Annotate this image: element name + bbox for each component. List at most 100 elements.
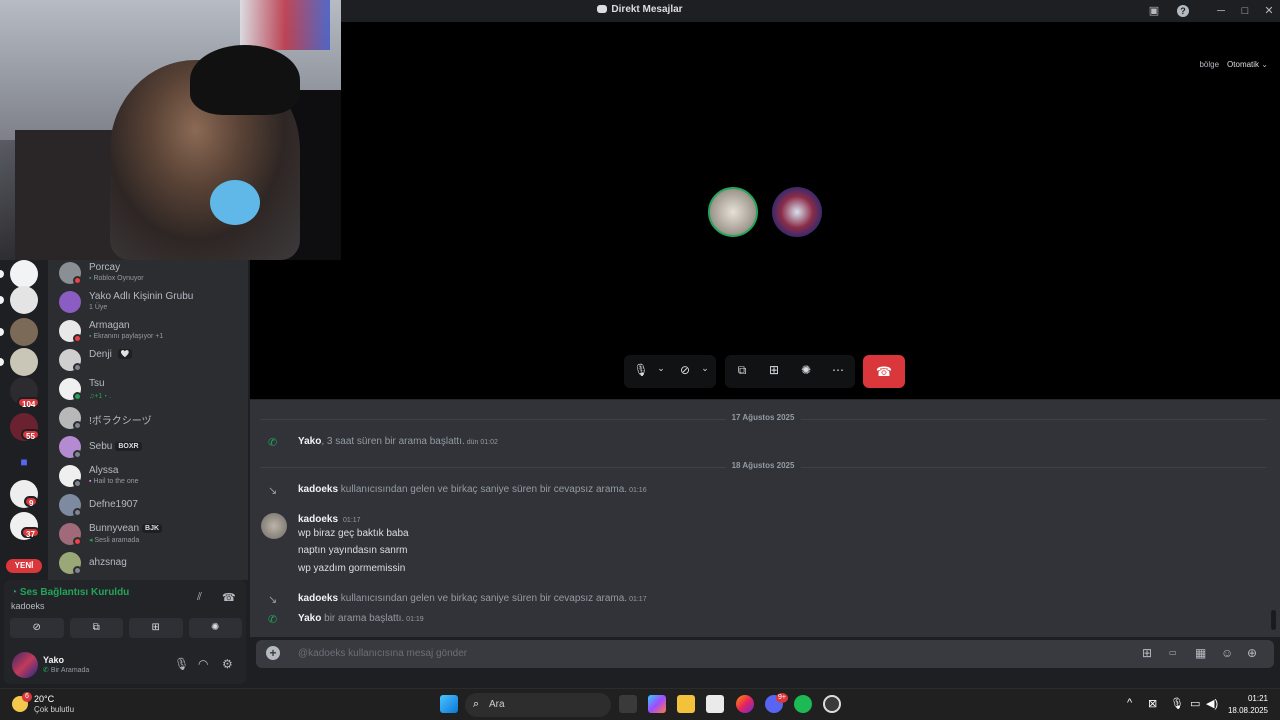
dm-item[interactable]: Tsu ♫+1・. [56, 376, 242, 404]
activity-controls: ⧉ ⊞ ✺ ⋯ [725, 355, 855, 388]
message-line: wp yazdım gormemissin [298, 563, 406, 574]
start-button-icon[interactable] [440, 695, 458, 713]
folder-icon[interactable]: ■ [10, 448, 38, 476]
username[interactable]: Yako [43, 655, 64, 665]
dm-item[interactable]: Armagan ▪ Ekranını paylaşıyor +1 [56, 318, 242, 346]
voice-status[interactable]: ◔ Ses Bağlantısı Kuruldu [11, 587, 129, 598]
file-explorer-icon[interactable] [677, 695, 695, 713]
inbox-icon[interactable]: ▣ [1146, 3, 1162, 19]
dm-item[interactable]: Porcay ▪ Roblox Oynuyor [56, 260, 242, 288]
mention-badge: 104 [17, 397, 41, 409]
status-offline-icon [73, 508, 82, 517]
chevron-down-icon[interactable]: ⌄ [652, 363, 670, 374]
noise-suppression-icon[interactable]: ⫽ [197, 591, 202, 604]
more-options-icon[interactable]: ⋯ [829, 363, 847, 377]
server-rail: 104 55 ■ 9 37 [0, 260, 48, 580]
avatar[interactable] [261, 513, 287, 539]
gift-icon[interactable]: ⊞ [1142, 646, 1152, 660]
dm-item[interactable]: Alyssa ▪ Hail to the one [56, 463, 242, 491]
message-line: wp biraz geç baktık baba [298, 528, 409, 539]
network-icon[interactable]: ▭ [1190, 697, 1200, 710]
new-badge[interactable]: YENİ [6, 559, 42, 573]
dm-list: Porcay ▪ Roblox Oynuyor Yako Adlı Kişinin… [48, 260, 248, 580]
microphone-icon[interactable]: 🎙 [632, 363, 650, 377]
spotify-icon[interactable] [794, 695, 812, 713]
status-dnd-icon [73, 334, 82, 343]
unread-pill [0, 270, 4, 278]
call-start-icon: ✆ [268, 614, 278, 626]
chevron-down-icon[interactable]: ⌄ [696, 363, 714, 374]
chat-scrollbar[interactable] [1271, 610, 1276, 630]
status-dnd-icon [73, 276, 82, 285]
steam-icon[interactable] [823, 695, 841, 713]
system-message: kadoeks kullanıcısından gelen ve birkaç … [298, 593, 647, 604]
screen-share-icon[interactable]: ⧉ [733, 363, 751, 378]
emoji-icon[interactable]: ☺ [1221, 646, 1233, 660]
dm-item[interactable]: Sebu BOXR [56, 434, 242, 462]
dm-item[interactable]: Defne1907 [56, 492, 242, 520]
microphone-icon[interactable]: 🎙 [174, 657, 189, 671]
search-icon: ⌕ [473, 698, 480, 710]
status-offline-icon [73, 566, 82, 575]
server-icon[interactable] [10, 260, 38, 288]
participant-avatar-kadoeks[interactable] [772, 187, 822, 237]
mention-badge: 37 [21, 527, 40, 539]
attach-plus-icon[interactable]: + [266, 646, 280, 660]
settings-gear-icon[interactable]: ⚙ [222, 657, 233, 671]
unread-pill [0, 358, 4, 366]
sticker-icon[interactable]: ▦ [1195, 646, 1206, 660]
activity-gamepad-icon[interactable]: ⊞ [765, 363, 783, 377]
clock[interactable]: 01:21 18.08.2025 [1228, 693, 1268, 717]
maximize-button[interactable]: □ [1237, 3, 1253, 19]
server-icon[interactable] [10, 318, 38, 346]
status-offline-icon [73, 363, 82, 372]
server-icon[interactable] [10, 286, 38, 314]
headphones-icon[interactable]: ◠ [198, 657, 208, 671]
volume-icon[interactable]: ◀) [1206, 697, 1218, 710]
server-icon[interactable] [10, 348, 38, 376]
store-icon[interactable] [706, 695, 724, 713]
gif-icon[interactable]: ▭ [1169, 648, 1177, 657]
copilot-icon[interactable] [648, 695, 666, 713]
system-message: Yako, 3 saat süren bir arama başlattı. dü… [298, 436, 498, 447]
avatar[interactable] [12, 652, 38, 678]
camera-off-button[interactable]: ⊘ [10, 618, 64, 638]
status-dnd-icon [73, 537, 82, 546]
heart-emoji: 🤍 [117, 349, 133, 359]
dm-item[interactable]: Denji 🤍 [56, 347, 242, 375]
voice-channel[interactable]: kadoeks [11, 601, 45, 611]
signal-icon: ◔ [11, 587, 20, 598]
message-composer: + @kadoeks kullanıcısına mesaj gönder ⊞ … [256, 640, 1274, 668]
unread-pill [0, 296, 4, 304]
participant-avatar-yako[interactable] [708, 187, 758, 237]
call-stage: bölge Otomatik ⌄ 🎙 ⌄ ⊘ ⌄ ⧉ ⊞ ✺ ⋯ ☎ [250, 22, 1280, 399]
dm-item[interactable]: Yako Adlı Kişinin Grubu 1 Üye [56, 289, 242, 317]
region-selector[interactable]: bölge Otomatik ⌄ [1199, 60, 1268, 69]
activity-button[interactable]: ⊞ [129, 618, 183, 638]
dm-item[interactable]: Bunnyvean BJK ◂ Sesli aramada [56, 521, 242, 549]
screen-share-button[interactable]: ⧉ [69, 618, 123, 638]
disconnect-icon[interactable]: ☎ [222, 591, 236, 604]
missed-call-icon: ↘ [268, 594, 278, 606]
help-icon[interactable]: ? [1177, 5, 1189, 17]
tray-microphone-icon[interactable]: 🎙 [1170, 697, 1184, 710]
dm-item[interactable]: !ボラクシーヅ [56, 405, 242, 433]
taskbar-search[interactable]: ⌕ Ara [465, 693, 611, 717]
dm-item[interactable]: ahzsnag [56, 550, 242, 578]
guild-tag: BJK [142, 524, 163, 533]
apps-gamepad-icon[interactable]: ⊕ [1247, 646, 1257, 660]
soundboard-icon[interactable]: ✺ [797, 363, 815, 377]
tray-chevron-up-icon[interactable]: ^ [1127, 697, 1132, 709]
soundboard-button[interactable]: ✺ [188, 618, 242, 638]
end-call-button[interactable]: ☎ [863, 355, 905, 388]
message-input[interactable]: @kadoeks kullanıcısına mesaj gönder [298, 648, 467, 659]
taskbar: 6 20°C Çok bulutlu ⌕ Ara 9+ ^ ⊠ 🎙 ▭ ◀) 01… [0, 688, 1280, 720]
close-button[interactable]: ✕ [1261, 3, 1277, 19]
camera-off-icon[interactable]: ⊘ [676, 363, 694, 377]
mention-badge: 55 [21, 429, 40, 441]
firefox-icon[interactable] [736, 695, 754, 713]
call-start-icon: ✆ [268, 437, 278, 449]
task-view-icon[interactable] [619, 695, 637, 713]
tray-app-icon[interactable]: ⊠ [1148, 697, 1157, 710]
minimize-button[interactable]: ─ [1213, 3, 1229, 19]
